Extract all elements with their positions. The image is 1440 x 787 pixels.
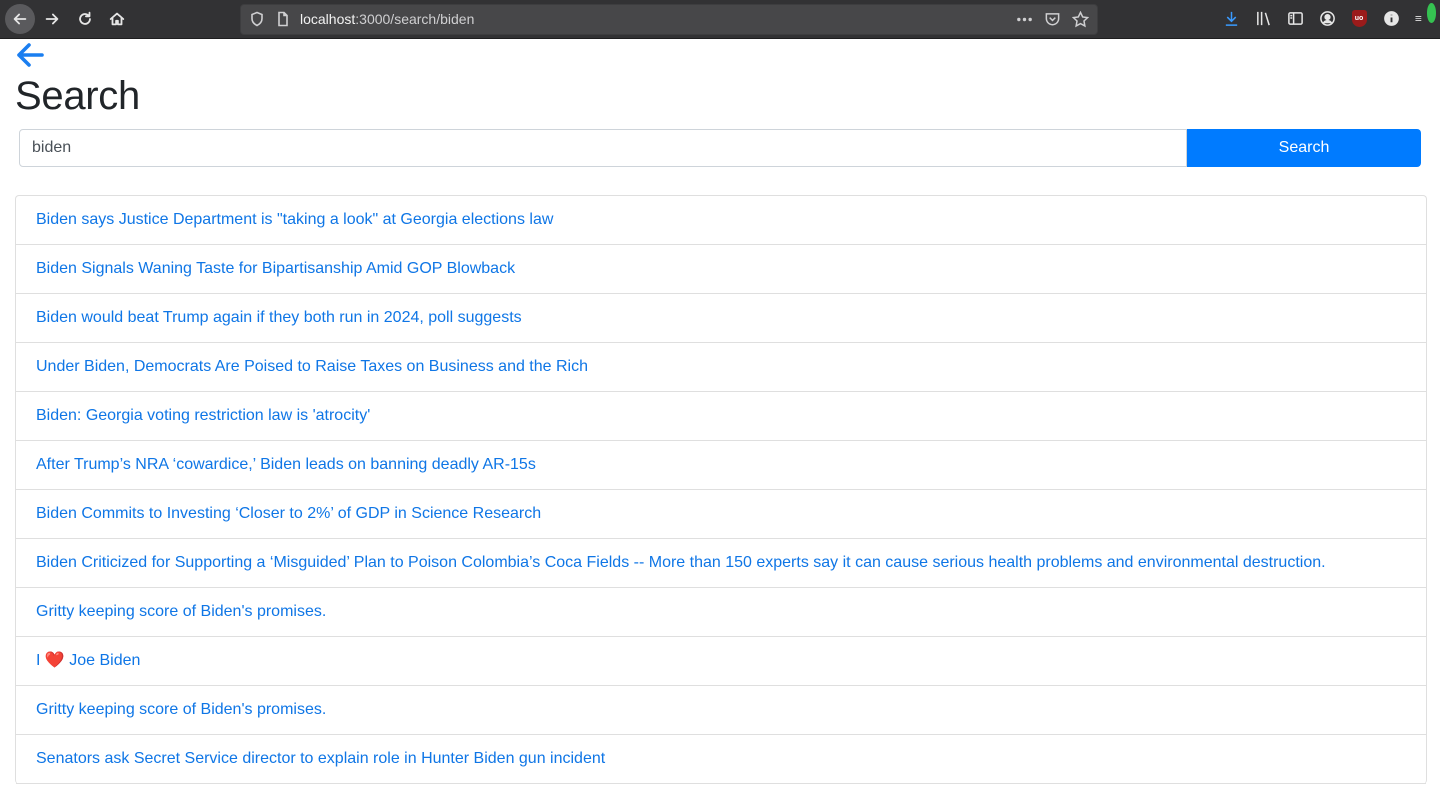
result-link[interactable]: Biden Criticized for Supporting a ‘Misgu… — [36, 554, 1326, 571]
list-item: Senators ask Secret Service director to … — [16, 735, 1426, 784]
result-link[interactable]: Biden would beat Trump again if they bot… — [36, 309, 522, 326]
account-icon[interactable] — [1318, 8, 1336, 28]
bookmark-star-icon[interactable] — [1071, 10, 1089, 28]
list-item: After Trump’s NRA ‘cowardice,’ Biden lea… — [16, 441, 1426, 490]
list-item: Biden would beat Trump again if they bot… — [16, 294, 1426, 343]
list-item: Under Biden, Democrats Are Poised to Rai… — [16, 343, 1426, 392]
result-link[interactable]: Biden: Georgia voting restriction law is… — [36, 407, 370, 424]
search-button[interactable]: Search — [1187, 129, 1421, 167]
list-item: Gritty keeping score of Biden's promises… — [16, 588, 1426, 637]
info-icon[interactable] — [1382, 8, 1400, 28]
list-item: I ❤️ Joe Biden — [16, 637, 1426, 686]
pocket-icon[interactable] — [1043, 10, 1061, 28]
list-item: Biden Commits to Investing ‘Closer to 2%… — [16, 490, 1426, 539]
result-link[interactable]: Biden Signals Waning Taste for Bipartisa… — [36, 260, 515, 277]
page-title: Search — [15, 74, 140, 118]
more-actions-icon[interactable] — [1015, 10, 1033, 28]
results-list: Biden says Justice Department is "taking… — [15, 195, 1427, 784]
url-path: :3000/search/biden — [355, 11, 475, 27]
download-icon[interactable] — [1222, 8, 1240, 28]
result-link[interactable]: I ❤️ Joe Biden — [36, 652, 140, 669]
result-link[interactable]: Gritty keeping score of Biden's promises… — [36, 701, 326, 718]
result-link[interactable]: Senators ask Secret Service director to … — [36, 750, 605, 767]
list-item: Biden Signals Waning Taste for Bipartisa… — [16, 245, 1426, 294]
url-host: localhost — [300, 11, 356, 27]
list-item: Biden: Georgia voting restriction law is… — [16, 392, 1426, 441]
update-badge-icon — [1426, 3, 1436, 23]
reload-icon[interactable] — [70, 4, 100, 34]
list-item: Gritty keeping score of Biden's promises… — [16, 686, 1426, 735]
result-link[interactable]: Biden Commits to Investing ‘Closer to 2%… — [36, 505, 541, 522]
result-link[interactable]: Biden says Justice Department is "taking… — [36, 211, 553, 228]
ublock-icon[interactable]: uo — [1350, 8, 1368, 28]
list-item: Biden says Justice Department is "taking… — [16, 196, 1426, 245]
tracking-shield-icon[interactable] — [249, 11, 265, 27]
forward-arrow-icon[interactable] — [37, 4, 67, 34]
home-icon[interactable] — [102, 4, 132, 34]
page-info-icon[interactable] — [275, 11, 291, 27]
url-text[interactable]: localhost:3000/search/biden — [300, 11, 474, 27]
back-arrow-icon[interactable] — [5, 4, 35, 34]
result-link[interactable]: Gritty keeping score of Biden's promises… — [36, 603, 326, 620]
search-input[interactable] — [19, 129, 1187, 167]
back-link-arrow-icon[interactable] — [15, 42, 45, 68]
list-item: Biden Criticized for Supporting a ‘Misgu… — [16, 539, 1426, 588]
library-icon[interactable] — [1254, 8, 1272, 28]
browser-toolbar: localhost:3000/search/biden uo — [0, 0, 1440, 39]
ublock-label: uo — [1351, 9, 1367, 27]
address-bar[interactable]: localhost:3000/search/biden — [240, 4, 1098, 35]
sidebar-icon[interactable] — [1286, 8, 1304, 28]
result-link[interactable]: After Trump’s NRA ‘cowardice,’ Biden lea… — [36, 456, 536, 473]
hamburger-menu-icon[interactable] — [1414, 3, 1436, 28]
result-link[interactable]: Under Biden, Democrats Are Poised to Rai… — [36, 358, 588, 375]
